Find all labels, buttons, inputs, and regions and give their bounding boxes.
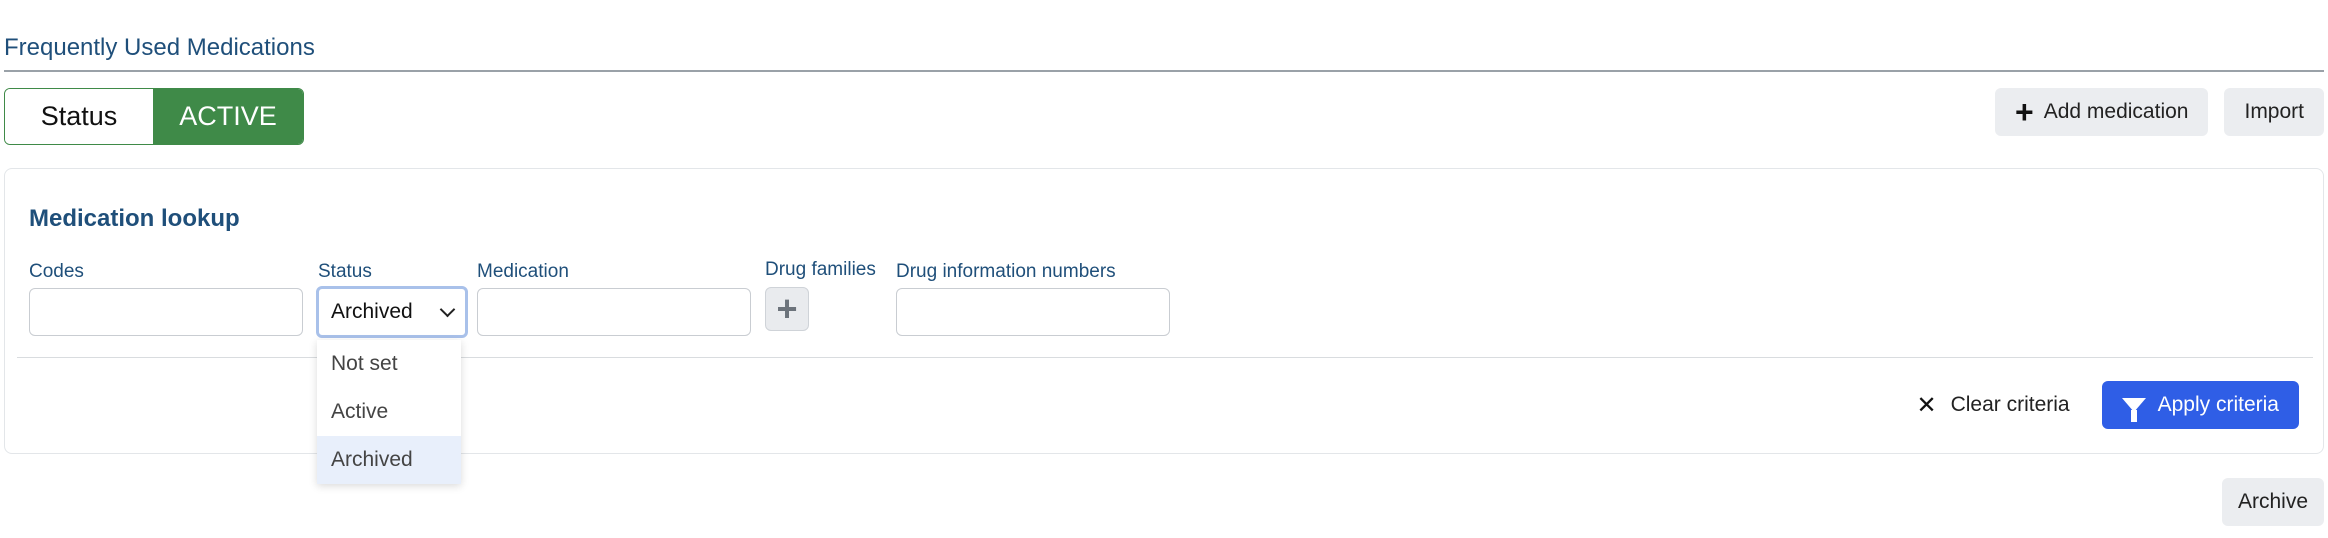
add-medication-label: Add medication bbox=[2043, 100, 2189, 123]
import-button[interactable]: Import bbox=[2224, 88, 2324, 136]
plus-icon: + bbox=[2015, 94, 2034, 130]
clear-criteria-button[interactable]: ✕ Clear criteria bbox=[1916, 391, 2069, 420]
dropdown-option-active[interactable]: Active bbox=[317, 388, 461, 436]
dropdown-option-archived[interactable]: Archived bbox=[317, 436, 461, 484]
clear-criteria-label: Clear criteria bbox=[1950, 393, 2070, 416]
status-select[interactable]: Archived bbox=[316, 286, 468, 338]
status-select-value: Archived bbox=[331, 300, 413, 323]
lookup-title: Medication lookup bbox=[29, 205, 240, 232]
status-toggle-label[interactable]: Status bbox=[5, 89, 153, 144]
drug-info-label: Drug information numbers bbox=[896, 261, 1116, 282]
add-drug-family-button[interactable]: + bbox=[765, 287, 809, 331]
page-title: Frequently Used Medications bbox=[4, 34, 315, 61]
medication-input[interactable] bbox=[477, 288, 751, 336]
medication-label: Medication bbox=[477, 261, 569, 282]
plus-icon: + bbox=[776, 288, 798, 329]
codes-label: Codes bbox=[29, 261, 84, 282]
add-medication-button[interactable]: + Add medication bbox=[1995, 88, 2209, 136]
title-divider bbox=[4, 70, 2324, 72]
chevron-down-icon bbox=[439, 301, 456, 317]
apply-criteria-label: Apply criteria bbox=[2157, 393, 2279, 416]
status-toggle[interactable]: Status ACTIVE bbox=[4, 88, 304, 145]
codes-input[interactable] bbox=[29, 288, 303, 336]
status-label: Status bbox=[318, 261, 372, 282]
apply-criteria-button[interactable]: Apply criteria bbox=[2101, 381, 2299, 429]
status-dropdown-menu: Not set Active Archived bbox=[317, 340, 461, 484]
dropdown-option-not-set[interactable]: Not set bbox=[317, 340, 461, 388]
lookup-actions: ✕ Clear criteria Apply criteria bbox=[1916, 381, 2299, 429]
status-toggle-value[interactable]: ACTIVE bbox=[153, 89, 303, 144]
drug-info-input[interactable] bbox=[896, 288, 1170, 336]
archive-button[interactable]: Archive bbox=[2221, 478, 2324, 526]
top-actions: + Add medication Import bbox=[1995, 88, 2324, 136]
drug-families-label: Drug families bbox=[765, 259, 876, 280]
filter-icon bbox=[2121, 398, 2146, 422]
close-icon: ✕ bbox=[1916, 391, 1937, 419]
